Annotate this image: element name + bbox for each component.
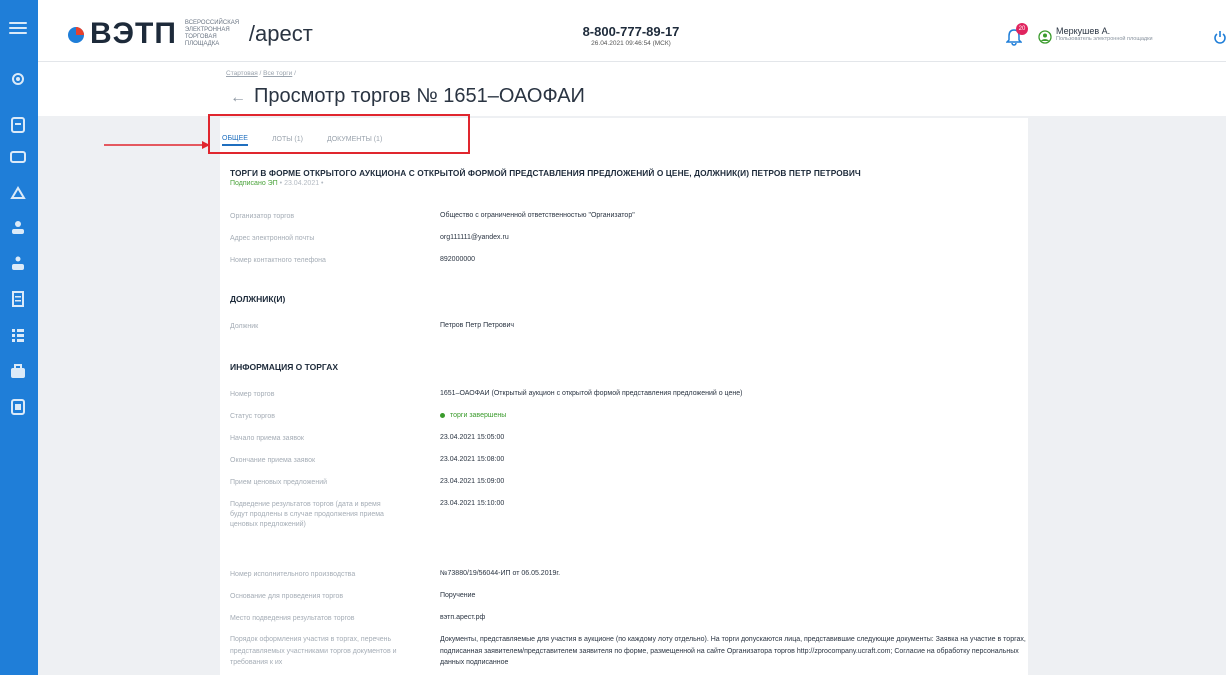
- section-name: /арест: [248, 21, 313, 46]
- page-title: Просмотр торгов № 1651–ОАОФАИ: [254, 85, 585, 107]
- briefcase-icon[interactable]: [9, 362, 27, 380]
- phone-number[interactable]: 8-800-777-89-17: [566, 24, 696, 39]
- page-header: ← Просмотр торгов № 1651–ОАОФАИ: [38, 62, 1226, 116]
- field-label: Место подведения результатов торгов: [230, 615, 355, 622]
- field-value: 892000000: [440, 256, 476, 263]
- breadcrumb-home[interactable]: Стартовая: [226, 70, 258, 77]
- field-value: вэтп.арест.рф: [440, 614, 486, 621]
- user-group-icon[interactable]: [9, 254, 27, 272]
- left-rail: [0, 0, 38, 675]
- field-label: Окончание приема заявок: [230, 457, 316, 464]
- person-icon[interactable]: [9, 218, 27, 236]
- field-label: Порядок оформления участия в торгах, пер…: [230, 636, 397, 666]
- breadcrumb: Стартовая / Все торги /: [226, 70, 296, 77]
- field-value: 23.04.2021 15:08:00: [440, 456, 505, 463]
- notifications-badge: 20: [1016, 23, 1028, 35]
- document-icon[interactable]: [9, 116, 27, 134]
- field-label: Подведение результатов торгов (дата и вр…: [230, 501, 384, 528]
- field-value: 23.04.2021 15:05:00: [440, 434, 505, 441]
- top-header: ВЭТП Всероссийская электронная торговая …: [38, 0, 1226, 62]
- user-role: Пользователь электронной площадки: [1056, 36, 1153, 42]
- brand-name: ВЭТП: [90, 17, 177, 50]
- user-name: Меркушев А.: [1056, 26, 1111, 36]
- status-badge: торги завершены: [440, 412, 506, 419]
- field-value: org111111@yandex.ru: [440, 234, 509, 241]
- field-label: Номер контактного телефона: [230, 257, 326, 264]
- field-label: Организатор торгов: [230, 213, 295, 220]
- field-value: 23.04.2021 15:10:00: [440, 500, 505, 507]
- settings-icon[interactable]: [9, 70, 27, 88]
- current-datetime: 26.04.2021 09:46:54 (МСК): [591, 40, 671, 47]
- logo-drop-icon: [66, 24, 86, 44]
- logout-icon[interactable]: [1214, 30, 1226, 44]
- user-menu[interactable]: Меркушев А. Пользователь электронной пло…: [1038, 26, 1153, 44]
- scales-icon[interactable]: [9, 184, 27, 202]
- status-dot-icon: [440, 412, 445, 418]
- report-icon[interactable]: [9, 398, 27, 416]
- field-value: Поручение: [440, 592, 476, 599]
- signature-status: Подписано ЭП • 23.04.2021 •: [230, 180, 324, 187]
- tab-documents[interactable]: ДОКУМЕНТЫ (1): [327, 136, 382, 145]
- field-label: Номер торгов: [230, 391, 275, 398]
- notifications-bell[interactable]: 20: [1005, 23, 1028, 46]
- brand-subtitle: Всероссийская электронная торговая площа…: [184, 20, 240, 47]
- back-arrow-icon[interactable]: ←: [230, 89, 246, 107]
- list-doc-icon[interactable]: [9, 290, 27, 308]
- user-avatar-icon: [1038, 30, 1052, 44]
- logo[interactable]: ВЭТП Всероссийская электронная торговая …: [66, 17, 313, 50]
- field-label: Прием ценовых предложений: [230, 479, 328, 486]
- card-icon[interactable]: [9, 148, 27, 166]
- field-value: 1651–ОАОФАИ (Открытый аукцион с открытой…: [440, 390, 743, 397]
- field-label: Начало приема заявок: [230, 435, 304, 442]
- field-label: Должник: [230, 323, 259, 330]
- tab-bar: ОБЩЕЕ ЛОТЫ (1) ДОКУМЕНТЫ (1): [222, 120, 406, 160]
- trade-title: ТОРГИ В ФОРМЕ ОТКРЫТОГО АУКЦИОНА С ОТКРЫ…: [230, 168, 861, 178]
- tree-list-icon[interactable]: [9, 326, 27, 344]
- menu-icon[interactable]: [9, 22, 27, 37]
- field-label: Адрес электронной почты: [230, 235, 315, 242]
- section-trade-info: ИНФОРМАЦИЯ О ТОРГАХ: [230, 362, 339, 372]
- trade-card: ОБЩЕЕ ЛОТЫ (1) ДОКУМЕНТЫ (1) ТОРГИ В ФОР…: [208, 114, 1028, 675]
- tab-lots[interactable]: ЛОТЫ (1): [272, 136, 303, 145]
- field-value: 23.04.2021 15:09:00: [440, 478, 505, 485]
- field-label: Основание для проведения торгов: [230, 593, 344, 600]
- breadcrumb-all-trades[interactable]: Все торги: [263, 70, 292, 77]
- tab-general[interactable]: ОБЩЕЕ: [222, 135, 248, 146]
- field-value: №73880/19/56044-ИП от 06.05.2019г.: [440, 570, 561, 577]
- signed-date: • 23.04.2021 •: [279, 180, 324, 187]
- status-text: торги завершены: [450, 412, 507, 419]
- field-label: Номер исполнительного производства: [230, 571, 356, 578]
- signed-label: Подписано ЭП: [230, 180, 278, 187]
- field-procedure-value: Документы, представляемые для участия в …: [440, 636, 1026, 666]
- annotation-arrow: [104, 141, 210, 149]
- section-debtors: ДОЛЖНИК(И): [230, 294, 286, 304]
- contact-block: 8-800-777-89-17 26.04.2021 09:46:54 (МСК…: [566, 24, 696, 47]
- field-value: Петров Петр Петрович: [440, 322, 515, 329]
- field-label: Статус торгов: [230, 413, 275, 420]
- field-value: Общество с ограниченной ответственностью…: [440, 212, 635, 219]
